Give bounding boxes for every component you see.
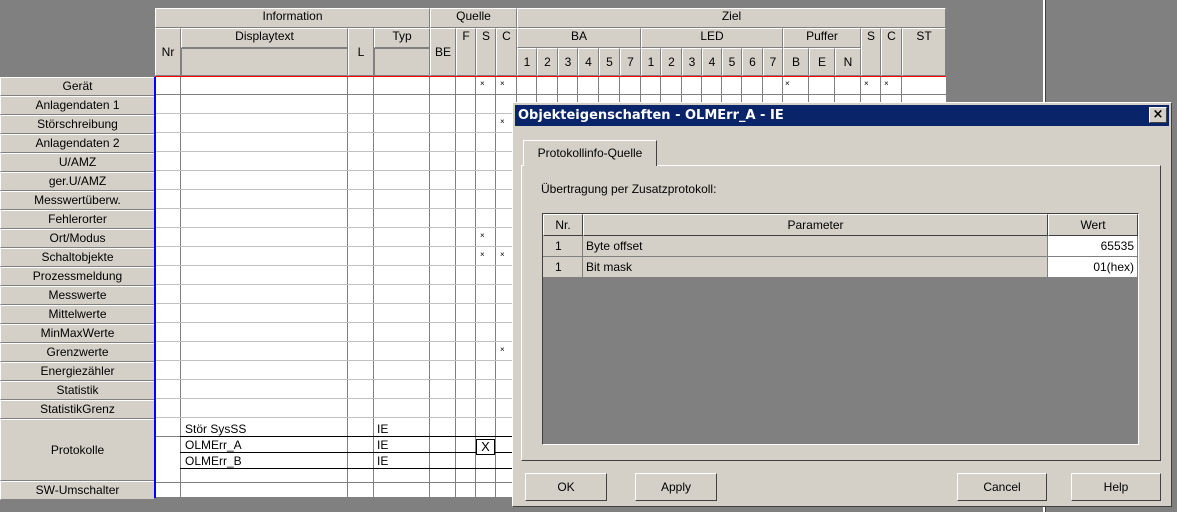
header-led-3[interactable]: 3 bbox=[682, 48, 702, 76]
grid-red-line bbox=[155, 76, 946, 77]
header-led-6[interactable]: 6 bbox=[742, 48, 763, 76]
header-led-7[interactable]: 7 bbox=[763, 48, 783, 76]
table-cell-nr: 1 bbox=[543, 257, 583, 278]
row-label-statistikgrenz[interactable]: StatistikGrenz bbox=[0, 400, 155, 419]
cell-mark[interactable]: × bbox=[500, 118, 505, 126]
header-c2[interactable]: C bbox=[881, 28, 902, 76]
header-l[interactable]: L bbox=[348, 28, 374, 76]
header-nr[interactable]: Nr bbox=[155, 28, 181, 76]
protokoll-typ[interactable]: IE bbox=[377, 437, 388, 453]
header-led: LED bbox=[641, 28, 783, 48]
table-cell-parameter[interactable]: Byte offset bbox=[583, 236, 1048, 257]
tab-protokollinfo-quelle[interactable]: Protokollinfo-Quelle bbox=[523, 140, 657, 166]
header-puffer-n[interactable]: N bbox=[835, 48, 861, 76]
header-puffer: Puffer bbox=[783, 28, 861, 48]
header-typ[interactable]: Typ bbox=[374, 28, 430, 48]
apply-button[interactable]: Apply bbox=[635, 473, 717, 501]
properties-dialog: Objekteigenschaften - OLMErr_A - IE × Pr… bbox=[512, 102, 1172, 507]
protokoll-typ[interactable]: IE bbox=[377, 421, 388, 437]
row-label-grenzwerte[interactable]: Grenzwerte bbox=[0, 343, 155, 362]
column-header-wert[interactable]: Wert bbox=[1048, 214, 1138, 236]
column-header-nr[interactable]: Nr. bbox=[543, 214, 583, 236]
header-c[interactable]: C bbox=[496, 28, 517, 76]
header-led-1[interactable]: 1 bbox=[641, 48, 661, 76]
header-ziel: Ziel bbox=[517, 8, 946, 28]
row-label-messwerte[interactable]: Messwerte bbox=[0, 286, 155, 305]
protokoll-checkbox[interactable]: X bbox=[476, 439, 495, 455]
dialog-caption: Übertragung per Zusatzprotokoll: bbox=[541, 182, 717, 196]
header-information: Information bbox=[155, 8, 430, 28]
row-label-mittelwerte[interactable]: Mittelwerte bbox=[0, 305, 155, 324]
cell-mark[interactable]: × bbox=[864, 80, 869, 88]
header-ba-7[interactable]: 7 bbox=[620, 48, 641, 76]
cell-mark[interactable]: × bbox=[480, 80, 485, 88]
protokoll-displaytext[interactable]: OLMErr_B bbox=[185, 453, 242, 469]
ok-button[interactable]: OK bbox=[525, 473, 607, 501]
row-label-prozessmeldung[interactable]: Prozessmeldung bbox=[0, 267, 155, 286]
header-led-4[interactable]: 4 bbox=[702, 48, 722, 76]
row-label-stoerschreibung[interactable]: Störschreibung bbox=[0, 115, 155, 134]
row-label-statistik[interactable]: Statistik bbox=[0, 381, 155, 400]
cell-mark[interactable]: × bbox=[480, 251, 485, 259]
row-label-ger-u-amz[interactable]: ger.U/AMZ bbox=[0, 172, 155, 191]
column-header-parameter[interactable]: Parameter bbox=[583, 214, 1048, 236]
header-s[interactable]: S bbox=[476, 28, 496, 76]
cell-mark[interactable]: × bbox=[785, 80, 790, 88]
row-label-geraet[interactable]: Gerät bbox=[0, 77, 155, 96]
protokoll-displaytext[interactable]: Stör SysSS bbox=[185, 421, 246, 437]
cell-mark[interactable]: × bbox=[480, 232, 485, 240]
cell-mark[interactable]: × bbox=[500, 80, 505, 88]
row-label-minmaxwerte[interactable]: MinMaxWerte bbox=[0, 324, 155, 343]
row-label-fehlerorter[interactable]: Fehlerorter bbox=[0, 210, 155, 229]
header-be[interactable]: BE bbox=[430, 28, 456, 76]
table-cell-wert[interactable]: 65535 bbox=[1048, 236, 1138, 257]
header-puffer-e[interactable]: E bbox=[809, 48, 835, 76]
header-displaytext[interactable]: Displaytext bbox=[181, 28, 348, 48]
row-label-anlagendaten-1[interactable]: Anlagendaten 1 bbox=[0, 96, 155, 115]
typ-subheader bbox=[374, 48, 430, 76]
row-label-energiezaehler[interactable]: Energiezähler bbox=[0, 362, 155, 381]
header-ba-4[interactable]: 4 bbox=[578, 48, 599, 76]
close-icon[interactable]: × bbox=[1149, 107, 1167, 123]
displaytext-subheader bbox=[181, 48, 348, 76]
dialog-title: Objekteigenschaften - OLMErr_A - IE bbox=[518, 108, 784, 123]
cell-mark[interactable]: × bbox=[500, 251, 505, 259]
table-cell-parameter[interactable]: Bit mask bbox=[583, 257, 1048, 278]
row-label-u-amz[interactable]: U/AMZ bbox=[0, 153, 155, 172]
header-st[interactable]: ST bbox=[902, 28, 946, 76]
row-selection-line bbox=[154, 77, 156, 498]
header-led-2[interactable]: 2 bbox=[661, 48, 682, 76]
table-cell-nr: 1 bbox=[543, 236, 583, 257]
header-ba: BA bbox=[517, 28, 641, 48]
protokoll-typ[interactable]: IE bbox=[377, 453, 388, 469]
row-label-ort-modus[interactable]: Ort/Modus bbox=[0, 229, 155, 248]
help-button[interactable]: Help bbox=[1071, 473, 1161, 501]
header-ba-2[interactable]: 2 bbox=[537, 48, 558, 76]
header-f[interactable]: F bbox=[456, 28, 476, 76]
row-label-protokolle[interactable]: Protokolle bbox=[0, 419, 155, 481]
row-label-messwertueberw[interactable]: Messwertüberw. bbox=[0, 191, 155, 210]
header-ba-3[interactable]: 3 bbox=[558, 48, 578, 76]
header-quelle: Quelle bbox=[430, 8, 517, 28]
protokoll-displaytext[interactable]: OLMErr_A bbox=[185, 437, 242, 453]
dialog-titlebar[interactable]: Objekteigenschaften - OLMErr_A - IE × bbox=[515, 105, 1169, 126]
header-puffer-b[interactable]: B bbox=[783, 48, 809, 76]
header-led-5[interactable]: 5 bbox=[722, 48, 742, 76]
cell-mark[interactable]: × bbox=[884, 80, 889, 88]
cell-mark[interactable]: × bbox=[500, 346, 505, 354]
row-label-sw-umschalter[interactable]: SW-Umschalter bbox=[0, 481, 155, 500]
cancel-button[interactable]: Cancel bbox=[957, 473, 1047, 501]
row-label-schaltobjekte[interactable]: Schaltobjekte bbox=[0, 248, 155, 267]
header-ba-1[interactable]: 1 bbox=[517, 48, 537, 76]
header-ba-5[interactable]: 5 bbox=[599, 48, 620, 76]
corner-blank bbox=[0, 0, 155, 76]
table-cell-wert[interactable]: 01(hex) bbox=[1048, 257, 1138, 278]
header-s2[interactable]: S bbox=[861, 28, 881, 76]
parameter-table: Nr. Parameter Wert 1 Byte offset 65535 1… bbox=[542, 213, 1139, 445]
row-label-anlagendaten-2[interactable]: Anlagendaten 2 bbox=[0, 134, 155, 153]
